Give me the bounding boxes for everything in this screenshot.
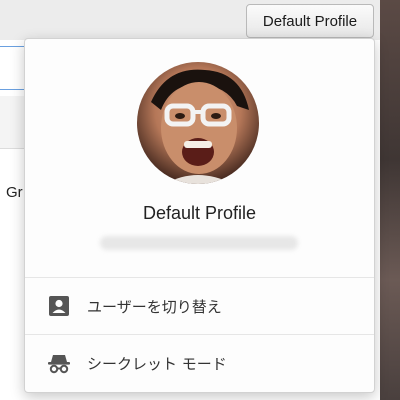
switch-user-label: ユーザーを切り替え	[87, 297, 222, 316]
profile-button[interactable]: Default Profile	[246, 4, 374, 38]
incognito-icon	[47, 351, 71, 375]
incognito-mode-item[interactable]: シークレット モード	[25, 335, 374, 391]
switch-user-item[interactable]: ユーザーを切り替え	[25, 278, 374, 334]
avatar-photo	[151, 69, 249, 184]
avatar[interactable]	[137, 62, 259, 184]
background-window-edge	[380, 0, 400, 400]
profile-button-label: Default Profile	[262, 12, 358, 30]
page-text-snippet: Gr	[6, 184, 23, 201]
profile-email-blurred	[100, 236, 298, 250]
person-badge-icon	[47, 294, 71, 318]
profile-name: Default Profile	[142, 203, 257, 223]
incognito-mode-label: シークレット モード	[87, 354, 227, 373]
profile-menu-popup: Default Profile ユーザーを切り替え シークレット モード	[24, 38, 375, 393]
